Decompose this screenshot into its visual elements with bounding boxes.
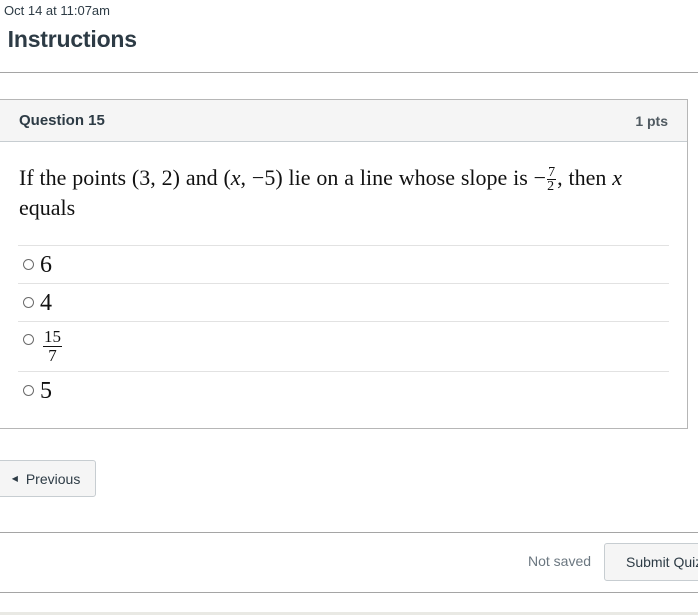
answer-list: 6 4 15 7 5 [18,245,669,409]
page-title: : Instructions [0,26,137,52]
answer-fraction: 15 7 [43,327,62,365]
save-status: Not saved [528,553,592,569]
question-points: 1 pts [635,112,668,129]
previous-button[interactable]: ◀ Previous [0,460,96,497]
answer-label: 6 [40,251,52,278]
answer-label: 5 [40,377,52,404]
question-number: Question 15 [19,112,105,129]
radio-button[interactable] [23,259,34,270]
radio-button[interactable] [23,385,34,396]
footer-divider-top [0,532,698,533]
question-panel: Question 15 1 pts If the points (3, 2) a… [0,99,688,429]
answer-option[interactable]: 15 7 [18,321,669,371]
radio-button[interactable] [23,334,34,345]
slope-fraction: 72 [547,165,557,195]
previous-label: Previous [25,470,81,487]
answer-option[interactable]: 4 [18,283,669,321]
quiz-timestamp: Oct 14 at 11:07am [4,3,110,18]
header-divider [0,72,698,73]
submit-quiz-button[interactable]: Submit Quiz [604,543,698,581]
caret-left-icon: ◀ [11,474,18,483]
answer-option[interactable]: 5 [18,371,669,409]
question-header: Question 15 1 pts [0,100,687,142]
footer-divider-bottom [0,592,698,593]
answer-label: 4 [40,289,52,316]
question-text: If the points (3, 2) and (x, −5) lie on … [19,165,622,221]
radio-button[interactable] [23,297,34,308]
answer-option[interactable]: 6 [18,245,669,283]
